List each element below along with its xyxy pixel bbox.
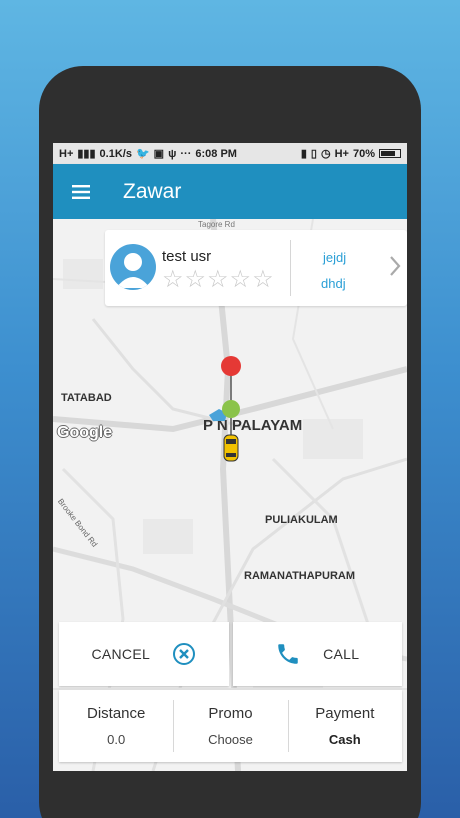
menu-button[interactable] xyxy=(53,164,109,219)
pickup-pin-icon xyxy=(221,356,241,376)
map-label-tatabad: TATABAD xyxy=(61,392,112,404)
vibrate-icon: ▯ xyxy=(310,148,317,160)
drop-pin-icon xyxy=(222,400,240,418)
distance-value: 0.0 xyxy=(107,732,126,747)
battery-icon xyxy=(379,149,401,158)
app-screen: H+ ▮▮▮ 0.1K/s 🐦 ▣ ψ ··· 6:08 PM ▮ ▯ ◷ H+… xyxy=(53,143,407,771)
route-markers xyxy=(209,356,241,462)
cancel-circle-icon xyxy=(173,643,196,665)
map-label-puliakulam: PULIAKULAM xyxy=(265,514,338,526)
payment-title: Payment xyxy=(315,705,375,722)
hamburger-menu-icon xyxy=(72,184,90,199)
user-icon xyxy=(116,253,150,288)
app-bar: Zawar xyxy=(53,164,407,219)
signal-icon: ▮▮▮ xyxy=(77,148,96,160)
payment-section[interactable]: Payment Cash xyxy=(287,690,402,762)
star-icon: ☆ xyxy=(184,266,207,293)
network-type: H+ xyxy=(59,147,74,160)
star-icon: ☆ xyxy=(229,266,252,293)
battery-percent: 70% xyxy=(352,147,375,160)
driver-avatar xyxy=(110,244,156,290)
gallery-icon: ▣ xyxy=(153,148,165,160)
clock: 6:08 PM xyxy=(195,147,237,160)
distance-section: Distance 0.0 xyxy=(59,690,173,762)
car-icon xyxy=(223,434,239,462)
ride-actions: CANCEL CALL xyxy=(59,622,402,686)
cancel-button[interactable]: CANCEL xyxy=(59,622,229,686)
card-divider xyxy=(290,240,291,296)
alarm-icon: ◷ xyxy=(320,148,331,160)
driver-card[interactable]: test usr ☆ ☆ ☆ ☆ ☆ jejdj dhdj xyxy=(105,230,407,306)
star-icon: ☆ xyxy=(162,266,184,293)
distance-title: Distance xyxy=(86,705,146,722)
promo-value[interactable]: Choose xyxy=(208,732,253,747)
phone-icon xyxy=(278,644,298,664)
payment-value[interactable]: Cash xyxy=(329,732,361,747)
promo-section[interactable]: Promo Choose xyxy=(173,690,287,762)
google-logo: Google xyxy=(57,424,113,441)
cancel-label: CANCEL xyxy=(91,646,151,662)
right-network: H+ xyxy=(334,147,349,160)
star-icon: ☆ xyxy=(252,266,274,293)
app-title: Zawar xyxy=(123,179,182,203)
map-label-tagore: Tagore Rd xyxy=(198,220,235,229)
lock-icon: ▮ xyxy=(300,148,307,160)
driver-name: test usr xyxy=(162,248,212,265)
speed-indicator: 0.1K/s xyxy=(99,147,132,160)
status-bar: H+ ▮▮▮ 0.1K/s 🐦 ▣ ψ ··· 6:08 PM ▮ ▯ ◷ H+… xyxy=(53,143,407,164)
usb-icon: ψ xyxy=(168,147,177,160)
call-button[interactable]: CALL xyxy=(232,622,402,686)
chevron-right-icon[interactable] xyxy=(388,254,402,278)
star-icon: ☆ xyxy=(207,266,229,293)
driver-rating: ☆ ☆ ☆ ☆ ☆ xyxy=(162,268,274,292)
map-label-ramanathapuram: RAMANATHAPURAM xyxy=(244,570,356,582)
trip-summary: Distance 0.0 Promo Choose Payment Cash xyxy=(59,690,402,762)
vehicle-info-line1: jejdj xyxy=(323,250,347,265)
call-label: CALL xyxy=(323,646,360,662)
vehicle-info-line2: dhdj xyxy=(321,276,346,291)
promo-title: Promo xyxy=(208,705,253,722)
twitter-icon: 🐦 xyxy=(135,148,150,160)
more-icon: ··· xyxy=(180,147,192,160)
